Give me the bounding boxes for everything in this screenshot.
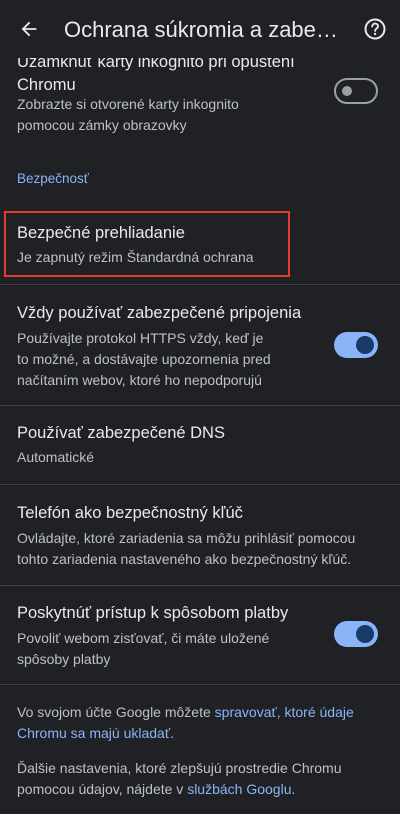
payment-methods-item[interactable]: Poskytnúť prístup k spôsobom platby Povo… [0, 586, 400, 684]
safe-browsing-item[interactable]: Bezpečné prehliadanie Je zapnutý režim Š… [0, 212, 400, 284]
safe-browsing-subtitle: Je zapnutý režim Štandardná ochrana [17, 249, 254, 265]
divider [0, 684, 400, 685]
security-key-subtitle: Ovládajte, ktoré zariadenia sa môžu prih… [17, 530, 356, 567]
account-data-note: Vo svojom účte Google môžete spravovať, … [17, 704, 354, 741]
page-title: Ochrana súkromia a zabezpečenie [64, 17, 346, 42]
help-icon [364, 18, 386, 40]
security-key-item[interactable]: Telefón ako bezpečnostný kľúč Ovládajte,… [0, 485, 400, 585]
secure-dns-subtitle: Automatické [17, 449, 95, 465]
https-always-item[interactable]: Vždy používať zabezpečené pripojenia Pou… [0, 285, 400, 405]
secure-dns-item[interactable]: Používať zabezpečené DNS Automatické [0, 406, 400, 484]
help-button[interactable] [360, 14, 390, 44]
safe-browsing-title: Bezpečné prehliadanie [17, 224, 185, 242]
app-bar: Ochrana súkromia a zabezpečenie [0, 0, 400, 58]
security-section-header: Bezpečnosť [17, 171, 89, 186]
arrow-back-icon [21, 21, 37, 37]
payment-methods-subtitle: Povoliť webom zisťovať, či máte uložené … [17, 630, 270, 667]
https-always-toggle[interactable] [334, 332, 378, 358]
back-button[interactable] [12, 12, 46, 46]
toggle-knob [356, 336, 374, 354]
payment-methods-toggle[interactable] [334, 621, 378, 647]
https-always-title: Vždy používať zabezpečené pripojenia [17, 304, 302, 322]
incognito-lock-item[interactable]: Uzamknúť karty inkognito pri opustení Ch… [0, 48, 400, 146]
secure-dns-title: Používať zabezpečené DNS [17, 424, 225, 442]
settings-list: Uzamknúť karty inkognito pri opustení Ch… [0, 0, 400, 814]
security-key-title: Telefón ako bezpečnostný kľúč [17, 504, 243, 522]
incognito-lock-toggle[interactable] [334, 78, 378, 104]
google-services-note: Ďalšie nastavenia, ktoré zlepšujú prostr… [17, 760, 342, 797]
incognito-lock-subtitle: Zobrazte si otvorené karty inkognito pom… [17, 96, 239, 133]
toggle-knob [342, 86, 352, 96]
google-services-link[interactable]: službách Googlu [187, 781, 291, 797]
payment-methods-title: Poskytnúť prístup k spôsobom platby [17, 604, 289, 622]
https-always-subtitle: Používajte protokol HTTPS vždy, keď je t… [17, 330, 271, 388]
toggle-knob [356, 625, 374, 643]
